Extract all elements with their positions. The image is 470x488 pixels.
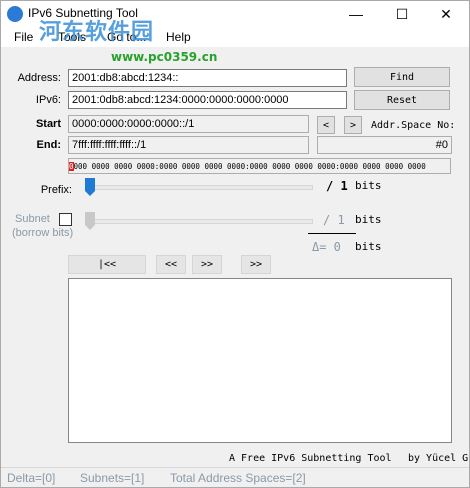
subnets-output-list[interactable] [68, 278, 452, 443]
end-label: End: [36, 139, 61, 151]
prefix-value: / 1 [326, 179, 348, 193]
footer-author: by Yücel G [408, 453, 469, 464]
prev-page-button[interactable]: << [156, 255, 186, 274]
address-input[interactable]: 2001:db8:abcd:1234:: [68, 69, 347, 87]
binary-bits-display: 0000 0000 0000 0000:0000 0000 0000 0000:… [68, 158, 451, 174]
menu-file[interactable]: File [14, 30, 33, 44]
menu-help[interactable]: Help [166, 30, 191, 44]
start-address-field[interactable]: 0000:0000:0000:0000::/1 [68, 115, 309, 133]
status-bar: Delta=[0] Subnets=[1] Total Address Spac… [1, 467, 469, 487]
maximize-button[interactable]: ☐ [379, 1, 425, 27]
minimize-button[interactable]: — [333, 1, 379, 27]
delta-value: Δ= 0 [312, 240, 341, 254]
ipv6-label: IPv6: [35, 94, 61, 106]
subnet-sublabel: (borrow bits) [12, 227, 74, 239]
reset-button[interactable]: Reset [354, 90, 450, 110]
delta-divider [308, 233, 356, 234]
find-button[interactable]: Find [354, 67, 450, 87]
subnet-label: Subnet [15, 213, 50, 225]
addr-space-label: Addr.Space No: [371, 120, 456, 131]
subnet-checkbox[interactable] [59, 213, 72, 226]
subnet-value: / 1 [323, 213, 345, 227]
ipv6-expanded-field[interactable]: 2001:0db8:abcd:1234:0000:0000:0000:0000 [68, 91, 347, 109]
status-subnets: Subnets=[1] [80, 471, 145, 485]
end-address-field[interactable]: 7fff:ffff:ffff:ffff::/1 [68, 136, 309, 154]
prefix-label: Prefix: [40, 184, 72, 196]
first-page-button[interactable]: |<< [68, 255, 146, 274]
app-window: IPv6 Subnetting Tool — ☐ ✕ File Tools Go… [0, 0, 470, 488]
address-label: Address: [17, 72, 61, 84]
prefix-slider[interactable] [85, 178, 95, 196]
subnet-slider-track [85, 219, 313, 224]
status-total-spaces: Total Address Spaces=[2] [170, 471, 306, 485]
next-page-button[interactable]: >> [192, 255, 222, 274]
addr-space-number-field[interactable]: #0 [317, 136, 452, 154]
binary-bits-rest: 000 0000 0000 0000:0000 0000 0000 0000:0… [73, 162, 426, 171]
subnet-unit: bits [355, 213, 382, 226]
app-icon [7, 6, 23, 22]
prev-space-button[interactable]: < [317, 116, 335, 134]
prefix-unit: bits [355, 179, 382, 192]
last-page-button[interactable]: >> [241, 255, 271, 274]
close-button[interactable]: ✕ [423, 1, 469, 27]
subnet-slider[interactable] [85, 212, 95, 230]
start-label: Start [35, 118, 61, 130]
delta-unit: bits [355, 240, 382, 253]
status-delta: Delta=[0] [7, 471, 56, 485]
prefix-slider-track [85, 185, 313, 190]
watermark-url: www.pc0359.cn [111, 50, 218, 64]
footer-tagline: A Free IPv6 Subnetting Tool [229, 453, 392, 464]
watermark-logo: 河东软件园 [39, 19, 155, 44]
next-space-button[interactable]: > [344, 116, 362, 134]
